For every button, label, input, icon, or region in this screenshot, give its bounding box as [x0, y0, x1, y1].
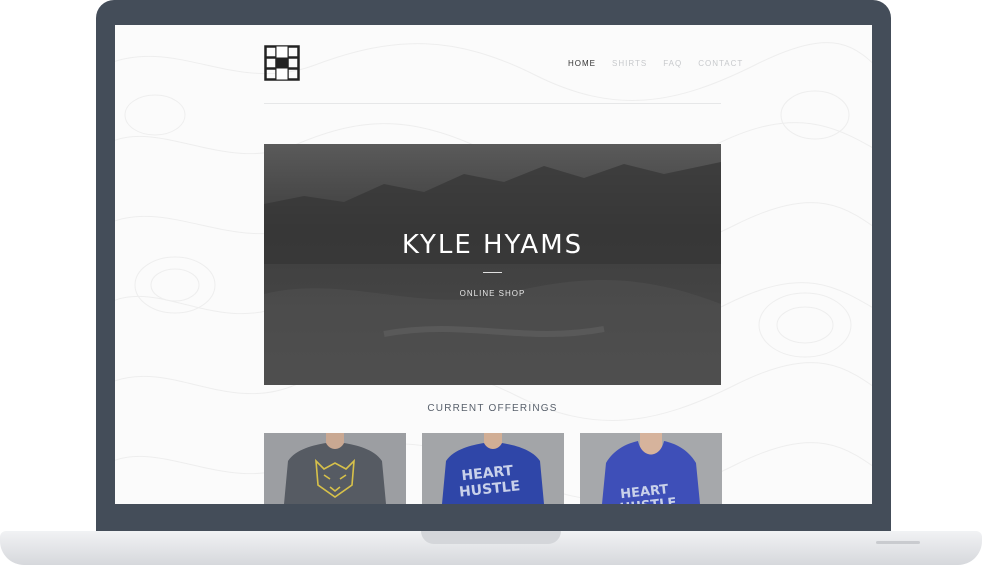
nav-home[interactable]: HOME: [568, 59, 596, 68]
product-card-2[interactable]: HEART HUSTLE: [422, 433, 564, 504]
product-image-wolf-shirt: [264, 433, 406, 504]
header-divider: [264, 103, 721, 104]
laptop-notch: [421, 531, 561, 544]
screen: HOME SHIRTS FAQ CONTACT KYLE HYAMS ONLIN…: [115, 25, 872, 504]
nav-faq[interactable]: FAQ: [663, 59, 682, 68]
hero-divider: [483, 272, 502, 273]
hero-banner: KYLE HYAMS ONLINE SHOP: [264, 144, 721, 385]
nav-contact[interactable]: CONTACT: [698, 59, 743, 68]
product-card-3[interactable]: HEART HUSTLE: [580, 433, 722, 504]
laptop-vent: [876, 541, 920, 544]
hero-subtitle: ONLINE SHOP: [459, 289, 526, 298]
hero-background-image: [264, 144, 721, 385]
hero-title: KYLE HYAMS: [401, 230, 584, 260]
main-nav: HOME SHIRTS FAQ CONTACT: [568, 59, 759, 68]
logo-icon[interactable]: [264, 45, 300, 81]
product-card-1[interactable]: [264, 433, 406, 504]
product-image-heart-hustle-womens-shirt: HEART HUSTLE: [580, 433, 722, 504]
laptop-base: [0, 531, 982, 565]
offerings-heading: CURRENT OFFERINGS: [427, 403, 558, 414]
product-image-heart-hustle-shirt: HEART HUSTLE: [422, 433, 564, 504]
nav-shirts[interactable]: SHIRTS: [612, 59, 647, 68]
